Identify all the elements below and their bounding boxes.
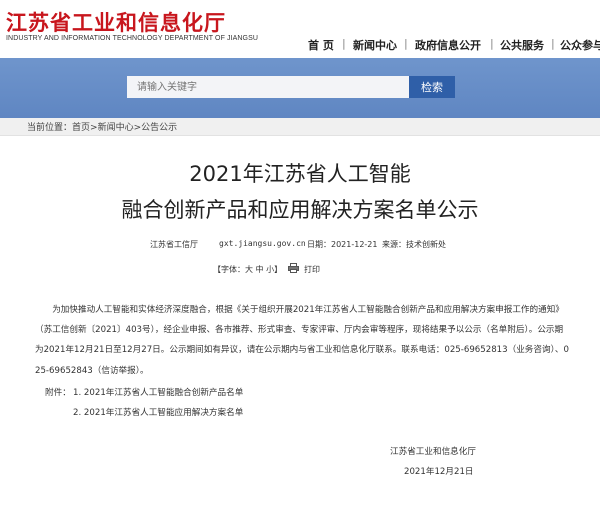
signature-date: 2021年12月21日 [404, 467, 474, 477]
attachments-label: 附件： [45, 388, 71, 398]
signature-org: 江苏省工业和信息化厅 [390, 447, 476, 457]
article-source: 江苏省工信厅 [150, 240, 198, 249]
breadcrumb-sep: > [133, 123, 142, 133]
nav-divider: | [490, 37, 494, 50]
article-date: 日期：2021-12-21 [307, 240, 378, 249]
breadcrumb-notice[interactable]: 公告公示 [141, 123, 177, 133]
nav-participation[interactable]: 公众参与 [560, 37, 600, 53]
search-button[interactable]: 检索 [409, 76, 455, 98]
font-size-controls: 【字体：大 中 小】 [213, 264, 282, 275]
site-title[interactable]: 江苏省工业和信息化厅 [6, 7, 226, 37]
breadcrumb-sep: > [90, 123, 98, 133]
font-size-label: 【字体： [213, 265, 245, 274]
font-medium-link[interactable]: 中 [256, 265, 264, 274]
nav-divider: | [342, 37, 346, 50]
breadcrumb: 当前位置：首页>新闻中心>公告公示 [27, 120, 177, 133]
search-input[interactable] [127, 76, 410, 98]
printer-icon[interactable] [288, 263, 299, 275]
article-site: gxt.jiangsu.gov.cn [219, 239, 306, 248]
nav-gov-info[interactable]: 政府信息公开 [415, 37, 481, 53]
breadcrumb-prefix: 当前位置： [27, 123, 73, 133]
nav-home[interactable]: 首 页 [308, 37, 334, 53]
print-link[interactable]: 打印 [304, 264, 320, 275]
page-title-line2: 融合创新产品和应用解决方案名单公示 [121, 198, 479, 222]
article-body: 为加快推动人工智能和实体经济深度融合，根据《关于组织开展2021年江苏省人工智能… [35, 305, 569, 376]
page-title-line1: 2021年江苏省人工智能 [189, 162, 411, 186]
site-header: 江苏省工业和信息化厅 INDUSTRY AND INFORMATION TECH… [0, 0, 600, 58]
font-size-close: 】 [274, 265, 283, 274]
nav-public-service[interactable]: 公共服务 [500, 37, 544, 53]
breadcrumb-news[interactable]: 新闻中心 [98, 123, 134, 133]
site-subtitle: INDUSTRY AND INFORMATION TECHNOLOGY DEPA… [6, 35, 259, 42]
nav-divider: | [404, 37, 408, 50]
breadcrumb-home[interactable]: 首页 [72, 123, 90, 133]
article-origin: 来源：技术创新处 [382, 240, 446, 249]
attachment-link-2[interactable]: 2. 2021年江苏省人工智能应用解决方案名单 [73, 406, 243, 418]
attachment-link-1[interactable]: 1. 2021年江苏省人工智能融合创新产品名单 [73, 386, 243, 398]
nav-divider: | [551, 37, 555, 50]
font-large-link[interactable]: 大 [245, 265, 253, 274]
nav-news[interactable]: 新闻中心 [353, 37, 397, 53]
font-small-link[interactable]: 小 [266, 265, 274, 274]
